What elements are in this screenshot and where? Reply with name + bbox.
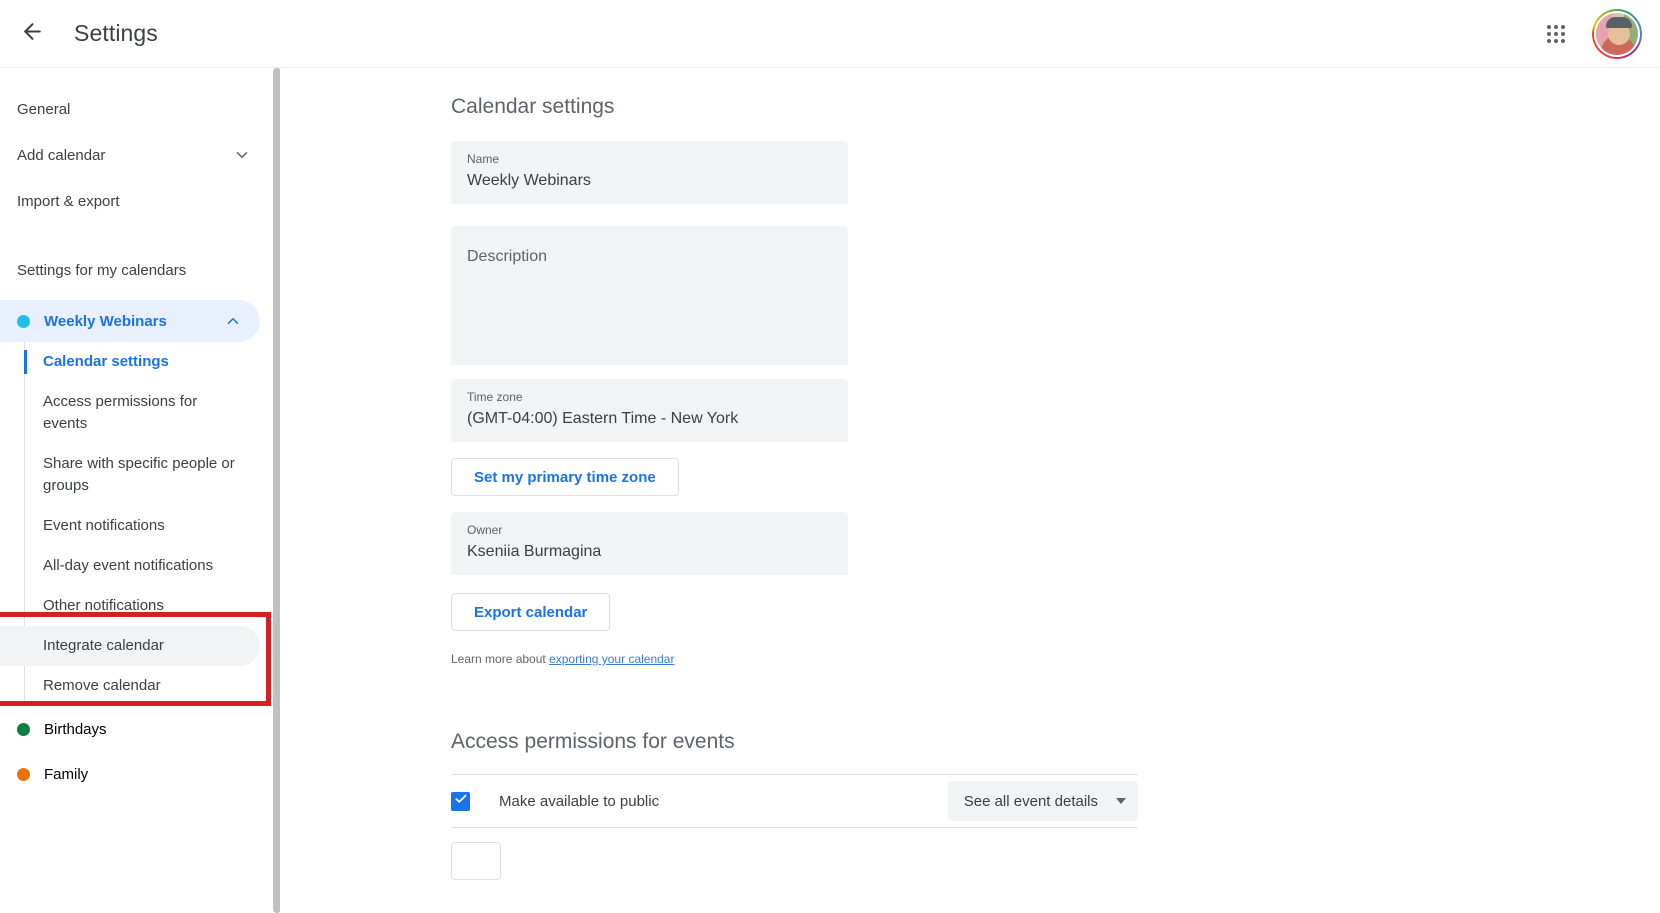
timezone-field[interactable]: Time zone (GMT-04:00) Eastern Time - New… <box>451 379 848 442</box>
sidebar-subitem-label: Calendar settings <box>43 351 169 373</box>
sidebar-item-label: Add calendar <box>17 147 227 164</box>
check-icon <box>454 792 468 811</box>
sidebar-section-title: Settings for my calendars <box>0 250 281 290</box>
sidebar-subitem-label: Event notifications <box>43 515 165 537</box>
sidebar-item-other-notifications[interactable]: Other notifications <box>0 586 260 626</box>
sidebar-calendar-label: Weekly Webinars <box>44 313 218 330</box>
sidebar-subitem-label: Remove calendar <box>43 675 161 697</box>
back-button[interactable] <box>8 10 56 58</box>
sidebar-item-import-export[interactable]: Import & export <box>0 178 281 224</box>
name-field[interactable]: Name Weekly Webinars <box>451 141 848 204</box>
main-content: Calendar settings Name Weekly Webinars D… <box>281 68 1660 913</box>
sidebar-subitem-label: Share with specific people or groups <box>43 453 240 497</box>
timezone-field-label: Time zone <box>467 389 832 406</box>
sidebar-calendar-weekly-webinars[interactable]: Weekly Webinars <box>0 300 260 342</box>
sidebar-item-label: Import & export <box>17 193 281 210</box>
settings-sidebar: General Add calendar Import & export Set… <box>0 68 281 913</box>
page-title: Settings <box>74 20 158 47</box>
set-primary-timezone-button[interactable]: Set my primary time zone <box>451 458 679 496</box>
sidebar-item-event-notifications[interactable]: Event notifications <box>0 506 260 546</box>
sidebar-item-remove-calendar[interactable]: Remove calendar <box>0 666 260 706</box>
export-calendar-button[interactable]: Export calendar <box>451 593 610 631</box>
shareable-link-button-partial[interactable] <box>451 842 501 880</box>
calendar-settings-heading: Calendar settings <box>451 95 1660 119</box>
sidebar-item-all-day-event-notifications[interactable]: All-day event notifications <box>0 546 260 586</box>
event-details-select-value: See all event details <box>964 793 1098 810</box>
sidebar-subitem-label: All-day event notifications <box>43 555 213 577</box>
sidebar-calendar-label: Family <box>44 766 260 783</box>
make-public-label: Make available to public <box>499 793 659 810</box>
calendar-color-dot <box>17 315 30 328</box>
apps-grid-icon[interactable] <box>1534 12 1578 56</box>
event-details-select[interactable]: See all event details <box>948 781 1138 821</box>
description-field[interactable]: Description <box>451 226 848 365</box>
make-public-checkbox[interactable] <box>451 792 470 811</box>
topbar-actions <box>1534 9 1660 59</box>
name-field-label: Name <box>467 151 832 168</box>
description-field-placeholder: Description <box>467 248 832 266</box>
sidebar-item-calendar-settings[interactable]: Calendar settings <box>0 342 260 382</box>
chevron-down-icon <box>227 146 257 164</box>
calendar-color-dot <box>17 723 30 736</box>
timezone-field-value: (GMT-04:00) Eastern Time - New York <box>467 406 832 432</box>
settings-page: Settings General <box>0 0 1660 913</box>
owner-field: Owner Kseniia Burmagina <box>451 512 848 575</box>
sidebar-item-add-calendar[interactable]: Add calendar <box>0 132 281 178</box>
name-field-value: Weekly Webinars <box>467 168 832 194</box>
chevron-down-icon <box>1116 798 1126 804</box>
make-public-row: Make available to public See all event d… <box>451 774 1138 827</box>
top-app-bar: Settings <box>0 0 1660 68</box>
sidebar-item-access-permissions[interactable]: Access permissions for events <box>0 382 260 444</box>
sidebar-subitem-label: Integrate calendar <box>43 635 164 657</box>
sidebar-subitem-label: Access permissions for events <box>43 391 240 435</box>
sidebar-item-integrate-calendar[interactable]: Integrate calendar <box>0 626 260 666</box>
sidebar-subitems: Calendar settings Access permissions for… <box>0 342 281 706</box>
owner-field-label: Owner <box>467 522 832 539</box>
get-shareable-link-row <box>451 827 1138 880</box>
sidebar-calendar-family[interactable]: Family <box>0 753 260 795</box>
owner-field-value: Kseniia Burmagina <box>467 539 832 565</box>
sidebar-subitem-label: Other notifications <box>43 595 164 617</box>
access-permissions-heading: Access permissions for events <box>451 730 1660 754</box>
learn-more-prefix: Learn more about <box>451 652 549 666</box>
avatar[interactable] <box>1592 9 1642 59</box>
sidebar-calendar-birthdays[interactable]: Birthdays <box>0 708 260 750</box>
chevron-up-icon[interactable] <box>218 312 248 330</box>
calendar-color-dot <box>17 768 30 781</box>
sidebar-item-label: General <box>17 101 281 118</box>
learn-more-row: Learn more about exporting your calendar <box>451 652 1660 666</box>
arrow-left-icon <box>20 19 45 49</box>
exporting-your-calendar-link[interactable]: exporting your calendar <box>549 652 674 666</box>
sidebar-item-general[interactable]: General <box>0 86 281 132</box>
sidebar-item-share-with-people[interactable]: Share with specific people or groups <box>0 444 260 506</box>
sidebar-calendar-label: Birthdays <box>44 721 260 738</box>
access-permissions-table: Make available to public See all event d… <box>451 774 1138 880</box>
